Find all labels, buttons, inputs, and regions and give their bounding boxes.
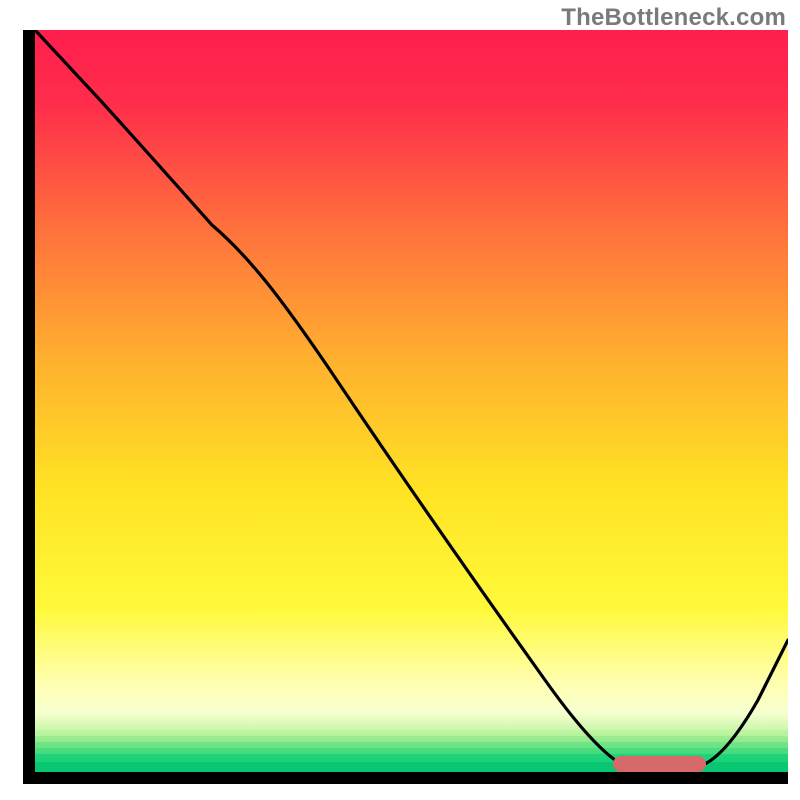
bottleneck-chart xyxy=(0,0,800,800)
plot-background xyxy=(35,30,788,772)
optimal-marker xyxy=(613,756,706,772)
watermark-text: TheBottleneck.com xyxy=(561,4,786,32)
